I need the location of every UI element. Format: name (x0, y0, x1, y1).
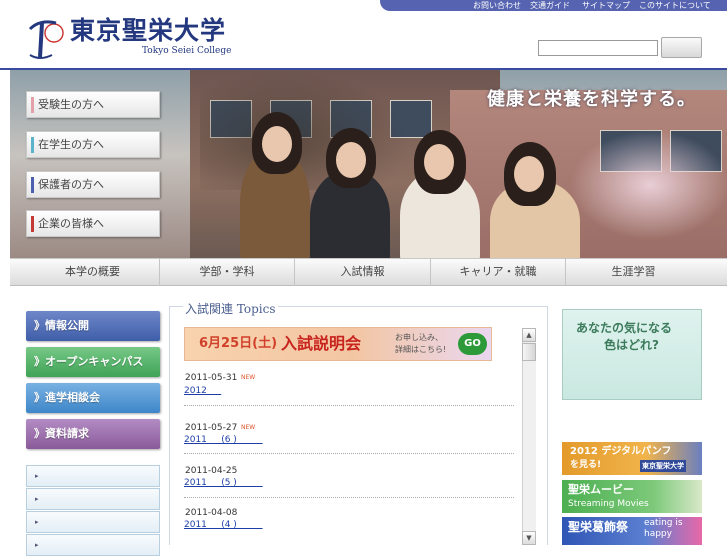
news-separator (184, 405, 514, 406)
news-link[interactable]: 2011 (5 ) (184, 477, 263, 489)
accent-bar (31, 137, 34, 153)
news-separator (184, 453, 514, 454)
left-menu-label: 》情報公開 (34, 319, 89, 332)
scroll-down-icon[interactable]: ▼ (522, 531, 536, 545)
left-submenu-item[interactable]: ▸ (26, 488, 160, 510)
nav-item-admissions[interactable]: 入試情報 (295, 259, 431, 286)
utility-link-sitemap[interactable]: サイトマップ (582, 0, 630, 11)
nav-item-faculties[interactable]: 学部・学科 (160, 259, 295, 286)
hero-tagline: 健康と栄養を科学する。 (487, 89, 696, 110)
news-date: 2011-05-27 (185, 423, 238, 433)
left-menu-disclosure-button[interactable]: 》情報公開 (26, 311, 160, 341)
banner-subtext: お申し込み、 (395, 333, 443, 342)
utility-link-about[interactable]: このサイトについて (639, 0, 711, 11)
accent-bar (31, 177, 34, 193)
audience-button-students[interactable]: 在学生の方へ (26, 131, 160, 158)
hero-student-face (262, 126, 292, 162)
pamphlet-brand: 東京聖栄大学 (640, 460, 686, 472)
caret-right-icon: ▸ (35, 495, 39, 503)
news-date: 2011-04-25 (185, 466, 238, 476)
topics-title: 入試関連 Topics (183, 301, 278, 317)
festival-tagline: eating is (644, 518, 683, 528)
new-badge: NEW (241, 374, 256, 381)
search-input[interactable] (538, 40, 658, 56)
caret-right-icon: ▸ (35, 518, 39, 526)
news-link[interactable]: 2011 (4 ) (184, 519, 263, 531)
left-menu-brochure-request-button[interactable]: 》資料請求 (26, 419, 160, 449)
logo-mark-icon[interactable] (26, 17, 72, 61)
caret-right-icon: ▸ (35, 472, 39, 480)
festival-tagline: happy (644, 529, 672, 539)
audience-button-companies[interactable]: 企業の皆様へ (26, 210, 160, 237)
logo-subtitle: Tokyo Seiei College (142, 46, 232, 56)
audience-button-applicants[interactable]: 受験生の方へ (26, 91, 160, 118)
scroll-up-icon[interactable]: ▲ (522, 328, 536, 342)
utility-link-contact[interactable]: お問い合わせ (473, 0, 521, 11)
audience-button-label: 企業の皆様へ (38, 217, 104, 230)
go-button[interactable]: GO (458, 333, 487, 355)
left-menu-label: 》オープンキャンパス (34, 355, 144, 368)
movie-subtitle: Streaming Movies (568, 499, 649, 509)
left-submenu-item[interactable]: ▸ (26, 511, 160, 533)
digital-pamphlet-banner[interactable]: 2012 デジタルパンフ を見る! 東京聖栄大学 (562, 442, 702, 475)
color-quiz-text: 色はどれ? (604, 338, 659, 352)
left-submenu-item[interactable]: ▸ (26, 534, 160, 556)
news-date: 2011-04-08 (185, 508, 238, 518)
new-badge: NEW (241, 424, 256, 431)
pamphlet-text: 2012 デジタルパンフ (570, 446, 672, 457)
nav-item-about[interactable]: 本学の概要 (26, 259, 160, 286)
nav-item-lifelong-learning[interactable]: 生涯学習 (566, 259, 701, 286)
festival-banner[interactable]: 聖栄葛飾祭 eating is happy (562, 517, 702, 545)
news-separator (184, 497, 514, 498)
utility-bar: お問い合わせ 交通ガイド サイトマップ このサイトについて (380, 0, 727, 11)
audience-button-label: 在学生の方へ (38, 138, 104, 151)
audience-button-label: 受験生の方へ (38, 98, 104, 111)
banner-title: 入試説明会 (281, 334, 362, 353)
hero-blossom (570, 130, 727, 240)
left-menu-label: 》進学相談会 (34, 391, 100, 404)
banner-date: 6月25日(土) (199, 336, 278, 351)
search-button[interactable] (661, 37, 702, 58)
left-menu-open-campus-button[interactable]: 》オープンキャンパス (26, 347, 160, 377)
accent-bar (31, 97, 34, 113)
utility-link-access[interactable]: 交通ガイド (530, 0, 570, 11)
left-menu-consultation-button[interactable]: 》進学相談会 (26, 383, 160, 413)
admission-briefing-banner[interactable]: 6月25日(土) 入試説明会 お申し込み、 詳細はこちら! GO (184, 327, 492, 361)
audience-button-parents[interactable]: 保護者の方へ (26, 171, 160, 198)
color-quiz-text: あなたの気になる (576, 321, 673, 335)
color-quiz-banner[interactable]: あなたの気になる 色はどれ? (562, 309, 702, 400)
left-menu-label: 》資料請求 (34, 427, 89, 440)
seiei-movie-banner[interactable]: 聖栄ムービー Streaming Movies (562, 480, 702, 513)
audience-button-label: 保護者の方へ (38, 178, 104, 191)
caret-right-icon: ▸ (35, 541, 39, 549)
movie-title: 聖栄ムービー (568, 483, 634, 496)
global-nav: 本学の概要 学部・学科 入試情報 キャリア・就職 生涯学習 (10, 258, 727, 286)
festival-title: 聖栄葛飾祭 (568, 520, 629, 534)
news-date: 2011-05-31 (185, 373, 238, 383)
accent-bar (31, 216, 34, 232)
banner-subtext: 詳細はこちら! (395, 345, 447, 354)
hero-student-face (514, 156, 544, 192)
scroll-thumb[interactable] (522, 343, 536, 361)
news-link[interactable]: 2012 (184, 385, 221, 397)
nav-item-careers[interactable]: キャリア・就職 (431, 259, 566, 286)
pamphlet-text: を見る! (570, 460, 602, 470)
hero-student-face (424, 144, 454, 180)
hero-student-face (336, 142, 366, 178)
hero-tree (200, 70, 410, 190)
logo-title[interactable]: 東京聖栄大学 (70, 16, 226, 46)
news-link[interactable]: 2011 (6 ) (184, 434, 263, 446)
left-submenu-item[interactable]: ▸ (26, 465, 160, 487)
